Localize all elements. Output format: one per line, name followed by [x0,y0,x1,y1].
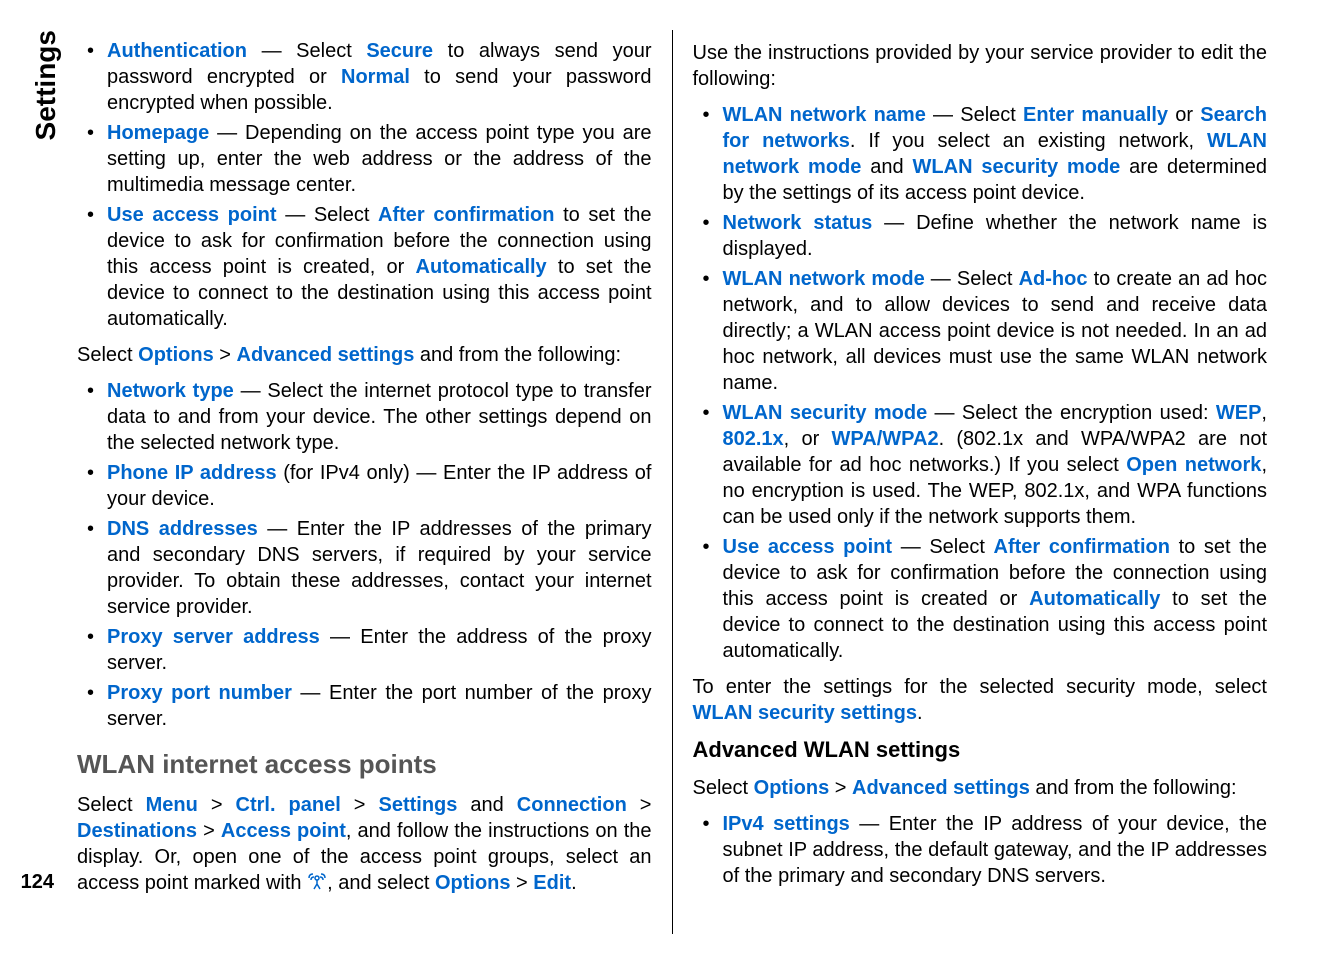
term-phone-ip-address: Phone IP address [107,462,277,484]
term-proxy-server-address: Proxy server address [107,626,320,648]
list-item: Phone IP address (for IPv4 only) — Enter… [107,460,652,512]
term-network-status: Network status [723,212,873,234]
option-options: Options [754,777,830,799]
term-network-type: Network type [107,380,234,402]
option-after-confirmation: After confirmation [994,536,1170,558]
list-item: Homepage — Depending on the access point… [107,120,652,198]
term-authentication: Authentication [107,40,247,62]
bullet-list: IPv4 settings — Enter the IP address of … [693,811,1268,889]
option-normal: Normal [341,66,410,88]
path-ctrl-panel: Ctrl. panel [236,794,341,816]
left-column: Authentication — Select Secure to always… [62,30,673,934]
term-dns-addresses: DNS addresses [107,518,258,540]
path-options: Options [435,872,511,894]
heading-wlan-internet-access-points: WLAN internet access points [77,748,652,782]
heading-advanced-wlan-settings: Advanced WLAN settings [693,736,1268,765]
paragraph: Use the instructions provided by your se… [693,40,1268,92]
term-use-access-point: Use access point [107,204,277,226]
bullet-list: Network type — Select the internet proto… [77,378,652,732]
option-enter-manually: Enter manually [1023,104,1168,126]
right-column: Use the instructions provided by your se… [673,30,1283,934]
page: Settings 124 Authentication — Select Sec… [0,0,1322,954]
path-menu: Menu [146,794,198,816]
option-secure: Secure [366,40,433,62]
term-ipv4-settings: IPv4 settings [723,813,850,835]
paragraph: Select Menu > Ctrl. panel > Settings and… [77,792,652,897]
term-wlan-security-mode: WLAN security mode [723,402,928,424]
option-ad-hoc: Ad-hoc [1019,268,1088,290]
list-item: Network type — Select the internet proto… [107,378,652,456]
option-after-confirmation: After confirmation [378,204,554,226]
option-automatically: Automatically [416,256,547,278]
list-item: Use access point — Select After confirma… [107,202,652,332]
bullet-list: Authentication — Select Secure to always… [77,38,652,332]
list-item: Network status — Define whether the netw… [723,210,1268,262]
term-wlan-network-mode: WLAN network mode [723,268,925,290]
path-connection: Connection [517,794,627,816]
list-item: IPv4 settings — Enter the IP address of … [723,811,1268,889]
option-wep: WEP [1216,402,1262,424]
path-settings: Settings [378,794,457,816]
section-label: Settings [20,30,62,140]
term-use-access-point: Use access point [723,536,893,558]
path-edit: Edit [533,872,571,894]
list-item: Proxy port number — Enter the port numbe… [107,680,652,732]
bullet-list: WLAN network name — Select Enter manuall… [693,102,1268,664]
list-item: Authentication — Select Secure to always… [107,38,652,116]
option-wlan-security-mode: WLAN security mode [913,156,1121,178]
term-proxy-port-number: Proxy port number [107,682,292,704]
path-access-point: Access point [221,820,346,842]
list-item: WLAN security mode — Select the encrypti… [723,400,1268,530]
option-wpa-wpa2: WPA/WPA2 [832,428,939,450]
paragraph: To enter the settings for the selected s… [693,674,1268,726]
list-item: Proxy server address — Enter the address… [107,624,652,676]
term-wlan-network-name: WLAN network name [723,104,926,126]
option-wlan-security-settings: WLAN security settings [693,702,917,724]
option-automatically: Automatically [1029,588,1160,610]
option-advanced-settings: Advanced settings [237,344,415,366]
option-open-network: Open network [1126,454,1261,476]
path-destinations: Destinations [77,820,197,842]
option-options: Options [138,344,214,366]
option-8021x: 802.1x [723,428,784,450]
paragraph: Select Options > Advanced settings and f… [693,775,1268,801]
wlan-icon [307,871,327,897]
list-item: Use access point — Select After confirma… [723,534,1268,664]
term-homepage: Homepage [107,122,209,144]
list-item: WLAN network mode — Select Ad-hoc to cre… [723,266,1268,396]
list-item: DNS addresses — Enter the IP addresses o… [107,516,652,620]
option-advanced-settings: Advanced settings [852,777,1030,799]
list-item: WLAN network name — Select Enter manuall… [723,102,1268,206]
paragraph: Select Options > Advanced settings and f… [77,342,652,368]
page-number: 124 [21,871,54,894]
